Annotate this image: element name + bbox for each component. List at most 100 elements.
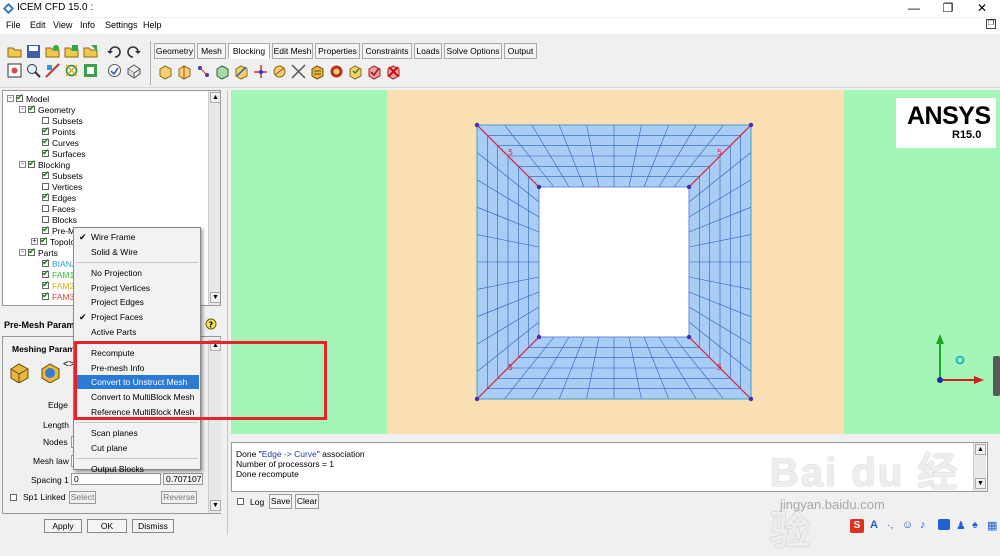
menu-info[interactable]: Info — [80, 20, 95, 30]
tree-checkbox[interactable] — [28, 103, 36, 114]
clear-log-button[interactable]: Clear — [295, 494, 319, 509]
tree-checkbox[interactable] — [28, 246, 36, 257]
help-icon[interactable]: ? — [205, 318, 217, 332]
keyboard-icon[interactable] — [938, 519, 950, 530]
scroll-down-icon[interactable]: ▼ — [210, 292, 220, 303]
tab-loads[interactable]: Loads — [414, 43, 442, 59]
menu-file[interactable]: File — [6, 20, 21, 30]
view-orientation-icon[interactable] — [125, 62, 142, 79]
log-checkbox[interactable] — [237, 498, 244, 505]
tree-checkbox[interactable] — [42, 125, 50, 136]
sogou-icon[interactable]: S — [850, 519, 864, 533]
tree-checkbox[interactable] — [42, 147, 50, 158]
tree-item-geometry[interactable]: - Geometry — [19, 103, 75, 116]
tree-item-curves[interactable]: Curves — [31, 136, 79, 149]
split-block-icon[interactable] — [176, 63, 193, 80]
tree-checkbox[interactable] — [42, 205, 49, 213]
menu-item-project-faces[interactable]: ✔ Project Faces — [75, 310, 199, 324]
tree-item-vertices[interactable]: Vertices — [31, 182, 82, 193]
menu-item-output-blocks[interactable]: Output Blocks — [75, 462, 199, 476]
skin-icon[interactable]: ♠ — [972, 519, 978, 531]
move-vertex-icon[interactable] — [252, 63, 269, 80]
pre-mesh-params-icon[interactable] — [309, 63, 326, 80]
tab-blocking[interactable]: Blocking — [228, 43, 270, 59]
fit-window-icon[interactable] — [6, 62, 23, 79]
menu-settings[interactable]: Settings — [105, 20, 138, 30]
menu-help[interactable]: Help — [143, 20, 162, 30]
tree-checkbox[interactable] — [42, 224, 50, 235]
tree-checkbox[interactable] — [42, 117, 49, 125]
params-scroll-down-icon[interactable]: ▼ — [210, 500, 221, 511]
ime-mode-icon[interactable]: A — [870, 519, 878, 531]
maximize-button[interactable]: ❐ — [931, 0, 965, 17]
measure-icon[interactable] — [44, 62, 61, 79]
menu-item-active-parts[interactable]: Active Parts — [75, 325, 199, 339]
minimize-button[interactable]: — — [897, 0, 931, 17]
tree-checkbox[interactable] — [42, 169, 50, 180]
mesh-block[interactable]: 5 5 5 5 — [470, 118, 758, 406]
menu-item-wire-frame[interactable]: ✔ Wire Frame — [75, 230, 199, 244]
tab-mesh[interactable]: Mesh — [197, 43, 226, 59]
collapse-icon[interactable]: - — [19, 106, 26, 114]
menu-item-solid-wire[interactable]: Solid & Wire — [75, 245, 199, 259]
tab-solve-options[interactable]: Solve Options — [444, 43, 502, 59]
select-button[interactable]: Select — [69, 491, 96, 504]
open-folder-icon[interactable] — [6, 43, 23, 60]
apply-button[interactable]: Apply — [44, 519, 82, 533]
check-blocks-icon[interactable] — [366, 63, 383, 80]
menu-item-project-vertices[interactable]: Project Vertices — [75, 281, 199, 295]
edit-block-icon[interactable] — [214, 63, 231, 80]
dynamic-rotate-icon[interactable] — [63, 62, 80, 79]
punctuation-icon[interactable]: ·, — [887, 520, 893, 531]
tree-item-subsets[interactable]: Subsets — [31, 169, 83, 182]
undo-icon[interactable] — [106, 43, 123, 60]
ok-button[interactable]: OK — [87, 519, 127, 533]
tree-checkbox[interactable] — [42, 290, 50, 301]
emoji-icon[interactable]: ☺ — [902, 519, 913, 531]
restore-icon[interactable]: ❐ — [986, 19, 996, 29]
create-block-icon[interactable] — [157, 63, 174, 80]
tab-constraints[interactable]: Constraints — [362, 43, 412, 59]
associate-icon[interactable] — [233, 63, 250, 80]
tree-checkbox[interactable] — [28, 158, 36, 169]
tab-geometry[interactable]: Geometry — [154, 43, 195, 59]
tree-item-faces[interactable]: Faces — [31, 204, 75, 215]
merge-vertices-icon[interactable] — [195, 63, 212, 80]
microphone-icon[interactable]: ♪ — [920, 519, 926, 531]
tree-checkbox[interactable] — [42, 183, 49, 191]
tree-item-bianj[interactable]: BIANJ — [31, 257, 76, 270]
reverse-button[interactable]: Reverse — [161, 491, 197, 504]
tab-properties[interactable]: Properties — [315, 43, 360, 59]
tree-checkbox[interactable] — [16, 92, 24, 103]
tab-edit-mesh[interactable]: Edit Mesh — [272, 43, 313, 59]
zoom-icon[interactable] — [25, 62, 42, 79]
delete-block-icon[interactable] — [385, 63, 402, 80]
quality-check-icon[interactable] — [106, 62, 123, 79]
toolbox-icon[interactable]: ▦ — [987, 519, 997, 532]
edit-edge-icon[interactable] — [290, 63, 307, 80]
save-log-button[interactable]: Save — [269, 494, 292, 509]
collapse-icon[interactable]: - — [19, 249, 26, 257]
tree-checkbox[interactable] — [42, 268, 50, 279]
open-geometry-icon[interactable] — [44, 43, 61, 60]
tree-item-topolo[interactable]: + Topolo — [31, 235, 75, 248]
tree-item-surfaces[interactable]: Surfaces — [31, 147, 86, 160]
block-params-icon[interactable] — [8, 361, 30, 383]
tree-item-fam2[interactable]: FAM2 — [31, 279, 74, 292]
tree-item-points[interactable]: Points — [31, 125, 76, 138]
collapse-icon[interactable]: - — [7, 95, 14, 103]
panel-splitter[interactable] — [227, 90, 228, 535]
open-blocking-icon[interactable] — [63, 43, 80, 60]
tree-checkbox[interactable] — [42, 191, 50, 202]
dismiss-button[interactable]: Dismiss — [132, 519, 174, 533]
menu-item-scan-planes[interactable]: Scan planes — [75, 426, 199, 440]
redo-icon[interactable] — [125, 43, 142, 60]
expand-icon[interactable]: + — [31, 238, 38, 246]
open-mesh-icon[interactable] — [82, 43, 99, 60]
edge-params-icon[interactable] — [39, 361, 61, 383]
menu-view[interactable]: View — [53, 20, 72, 30]
tree-item-subsets[interactable]: Subsets — [31, 116, 83, 127]
side-handle[interactable] — [993, 356, 1000, 396]
pre-mesh-quality-icon[interactable] — [328, 63, 345, 80]
menu-item-cut-plane[interactable]: Cut plane — [75, 441, 199, 455]
